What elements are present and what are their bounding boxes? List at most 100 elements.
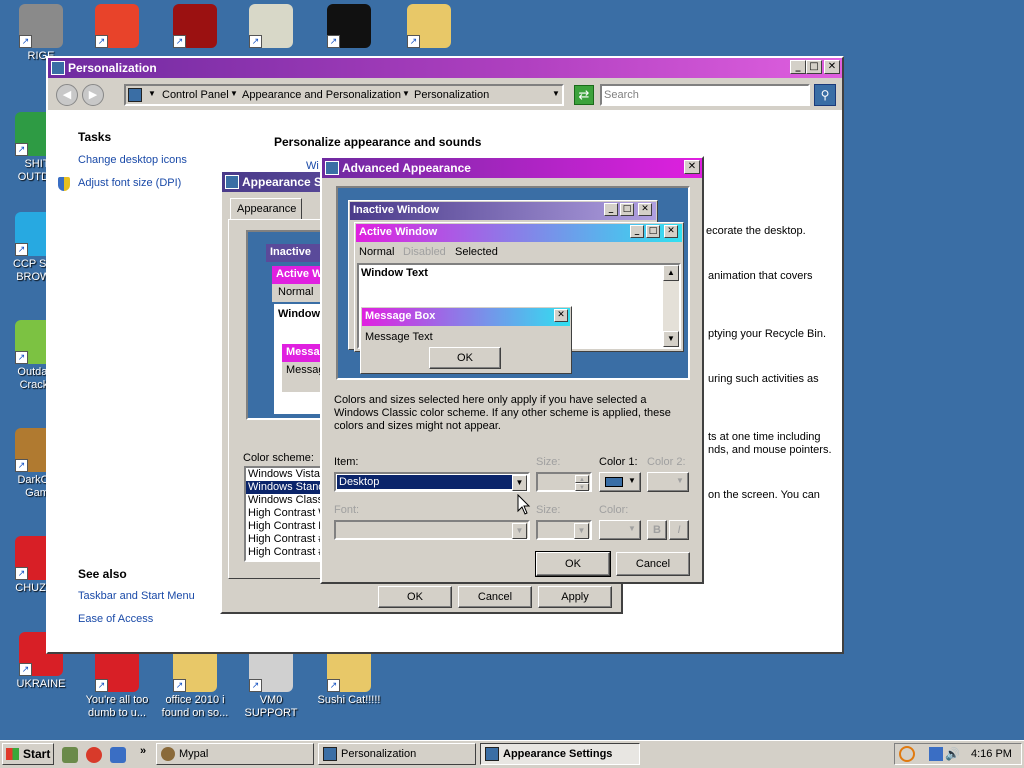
- flash-icon: ↗: [173, 4, 217, 48]
- color2-button[interactable]: ▼: [647, 472, 689, 492]
- font-dropdown-icon[interactable]: ▼: [512, 523, 527, 539]
- desktop-icon[interactable]: ↗ You're all too dumb to u...: [80, 648, 154, 720]
- breadcrumb-control-panel[interactable]: Control Panel: [162, 89, 229, 101]
- desktop-icon[interactable]: ↗: [392, 4, 466, 50]
- taskbar-item-personalization[interactable]: Personalization: [318, 743, 476, 765]
- message-box-title[interactable]: Message Box ✕: [362, 308, 570, 326]
- close-button[interactable]: ✕: [684, 160, 700, 174]
- message-box-preview[interactable]: Message Box ✕ Message Text OK: [360, 306, 572, 374]
- cancel-button[interactable]: Cancel: [458, 586, 532, 608]
- address-dropdown-icon[interactable]: ▼: [552, 89, 560, 98]
- active-window-title[interactable]: Active Window _ □ ✕: [356, 224, 682, 242]
- desktop-icon[interactable]: ↗: [234, 4, 308, 50]
- desktop-icon-label: office 2010 i found on so...: [161, 694, 229, 719]
- minimize-button[interactable]: _: [790, 60, 806, 74]
- breadcrumb-personalization[interactable]: Personalization: [414, 89, 489, 101]
- message-ok-button[interactable]: OK: [429, 347, 501, 369]
- start-button[interactable]: Start: [2, 743, 54, 765]
- taskbar-item-appearance-settings[interactable]: Appearance Settings: [480, 743, 640, 765]
- font-size-select[interactable]: ▼: [536, 520, 592, 540]
- menu-selected[interactable]: Selected: [455, 246, 498, 258]
- apply-button[interactable]: Apply: [538, 586, 612, 608]
- scroll-down-icon[interactable]: ▼: [663, 331, 679, 347]
- spin-up-icon[interactable]: ▲: [575, 475, 589, 483]
- network-tray-icon[interactable]: [929, 747, 943, 761]
- quicklaunch-more-icon[interactable]: »: [140, 745, 146, 757]
- message-text: Message Text: [365, 331, 433, 343]
- breadcrumb[interactable]: ▼ Control Panel ▼ Appearance and Persona…: [124, 84, 564, 106]
- inactive-window-title[interactable]: Inactive Window _ □ ✕: [350, 202, 656, 220]
- personalization-titlebar[interactable]: Personalization _ □ ✕: [48, 58, 842, 78]
- ease-of-access-link[interactable]: Ease of Access: [78, 613, 153, 625]
- desktop-icon[interactable]: ↗: [80, 4, 154, 50]
- quicklaunch-network-icon[interactable]: [110, 747, 126, 763]
- desktop-icon[interactable]: ↗ RIGE: [4, 4, 78, 63]
- search-icon[interactable]: ⚲: [814, 84, 836, 106]
- personalization-icon: [323, 747, 337, 761]
- quicklaunch-desktop-icon[interactable]: [62, 747, 78, 763]
- color-scheme-option[interactable]: Windows Classi: [246, 494, 324, 507]
- inactive-window-label: Inactive Window: [353, 204, 440, 216]
- italic-button[interactable]: I: [669, 520, 689, 540]
- ok-button[interactable]: OK: [535, 551, 611, 577]
- item-dropdown-icon[interactable]: ▼: [512, 475, 527, 491]
- search-input[interactable]: Search: [604, 89, 639, 101]
- desktop-icon[interactable]: ↗: [158, 4, 232, 50]
- desktop-icon[interactable]: ↗ office 2010 i found on so...: [158, 648, 232, 720]
- taskbar-start-menu-link[interactable]: Taskbar and Start Menu: [78, 590, 195, 602]
- refresh-icon[interactable]: ⇄: [574, 85, 594, 105]
- back-button[interactable]: ◀: [56, 84, 78, 106]
- scrollbar[interactable]: ▲ ▼: [663, 265, 679, 347]
- desktop-icon-label: UKRAINE: [16, 678, 66, 690]
- cancel-button[interactable]: Cancel: [616, 552, 690, 576]
- breadcrumb-sep-icon[interactable]: ▼: [148, 89, 156, 98]
- desktop-icon[interactable]: ↗ Sushi Cat!!!!!: [312, 648, 386, 707]
- color-scheme-option[interactable]: High Contrast #: [246, 546, 324, 559]
- breadcrumb-sep-icon[interactable]: ▼: [402, 89, 410, 98]
- bold-button[interactable]: B: [647, 520, 667, 540]
- color1-button[interactable]: ▼: [599, 472, 641, 492]
- change-desktop-icons-link[interactable]: Change desktop icons: [78, 154, 187, 166]
- color-scheme-option[interactable]: High Contrast #: [246, 533, 324, 546]
- font-color-dropdown-icon: ▼: [628, 524, 636, 533]
- font-size-dropdown-icon[interactable]: ▼: [574, 523, 589, 539]
- search-tray-icon[interactable]: [899, 746, 915, 762]
- breadcrumb-appearance[interactable]: Appearance and Personalization: [242, 89, 401, 101]
- ok-button[interactable]: OK: [378, 586, 452, 608]
- volume-tray-icon[interactable]: 🔊: [945, 747, 960, 761]
- taskbar-item-mypal[interactable]: Mypal: [156, 743, 314, 765]
- color2-dropdown-icon: ▼: [676, 476, 684, 485]
- color-scheme-option[interactable]: High Contrast W: [246, 507, 324, 520]
- scroll-up-icon[interactable]: ▲: [663, 265, 679, 281]
- size-spinner[interactable]: ▲ ▼: [536, 472, 592, 492]
- color-scheme-option[interactable]: Windows Vista B: [246, 468, 324, 481]
- close-button[interactable]: ✕: [824, 60, 840, 74]
- item-select[interactable]: Desktop ▼: [334, 472, 530, 492]
- preview-normal-label: Normal: [278, 286, 314, 298]
- color-scheme-option[interactable]: Windows Stand: [246, 481, 324, 494]
- menu-normal[interactable]: Normal: [359, 246, 394, 258]
- quicklaunch-browser-icon[interactable]: [86, 747, 102, 763]
- search-box[interactable]: Search: [600, 84, 810, 106]
- advanced-appearance-titlebar[interactable]: Advanced Appearance ✕: [322, 158, 702, 178]
- breadcrumb-sep-icon[interactable]: ▼: [230, 89, 238, 98]
- shortcut-arrow-icon: ↗: [15, 459, 28, 472]
- advanced-preview[interactable]: Inactive Window _ □ ✕ Active Window _ □ …: [336, 186, 690, 380]
- shortcut-arrow-icon: ↗: [173, 35, 186, 48]
- color-scheme-list[interactable]: Windows Vista B Windows Stand Windows Clas…: [244, 466, 326, 562]
- maximize-button[interactable]: □: [806, 60, 822, 74]
- desktop-icon[interactable]: ↗: [312, 4, 386, 50]
- spin-down-icon[interactable]: ▼: [575, 483, 589, 491]
- forward-button[interactable]: ▶: [82, 84, 104, 106]
- adjust-font-size-link[interactable]: Adjust font size (DPI): [78, 177, 181, 189]
- desktop-icon[interactable]: ↗ VM0 SUPPORT: [234, 648, 308, 720]
- close-icon: ✕: [554, 309, 568, 322]
- color-scheme-option[interactable]: High Contrast B: [246, 520, 324, 533]
- see-also-heading: See also: [78, 567, 127, 581]
- appearance-tab[interactable]: Appearance: [230, 198, 302, 220]
- font-color-button[interactable]: ▼: [599, 520, 641, 540]
- font-select[interactable]: ▼: [334, 520, 530, 540]
- menu-disabled[interactable]: Disabled: [403, 246, 446, 258]
- folder-icon: ↗: [407, 4, 451, 48]
- clock[interactable]: 4:16 PM: [971, 748, 1012, 760]
